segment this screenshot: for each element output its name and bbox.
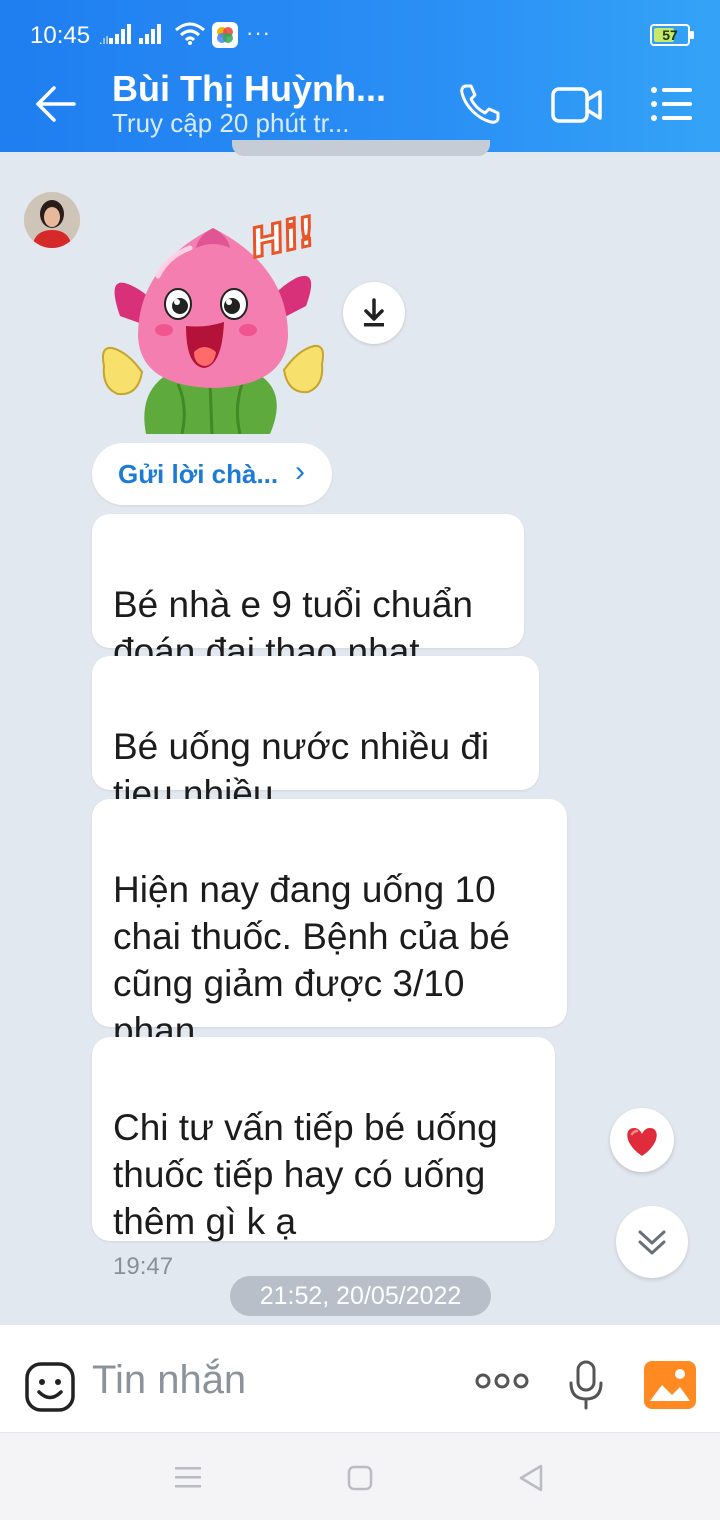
heart-icon — [627, 1128, 657, 1156]
system-navigation-bar — [0, 1432, 720, 1520]
download-button[interactable] — [343, 282, 405, 344]
battery-level: 57 — [662, 27, 678, 43]
double-chevron-down-icon — [638, 1230, 666, 1255]
send-greeting-label: Gửi lời chà... — [118, 459, 279, 489]
message-text: Chi tư vấn tiếp bé uống thuốc tiếp hay c… — [113, 1107, 498, 1242]
date-separator: 21:52, 20/05/2022 — [230, 1276, 491, 1316]
image-gallery-icon[interactable] — [644, 1361, 696, 1409]
message-bubble[interactable]: Bé uống nước nhiều đi tieu nhiều — [92, 656, 539, 814]
top-bar: 10:45 .ıl ··· 57 Bùi Thị Huỳnh... Truy c… — [0, 0, 720, 152]
message-text: Hiện nay đang uống 10 chai thuốc. Bệnh c… — [113, 869, 511, 1051]
video-call-icon[interactable] — [551, 86, 603, 124]
message-bubble[interactable]: Chi tư vấn tiếp bé uống thuốc tiếp hay c… — [92, 1037, 555, 1280]
message-input[interactable]: Tin nhắn — [92, 1358, 246, 1403]
sticker-hi-text: Hi! — [246, 209, 320, 268]
previous-date-chip — [232, 140, 490, 156]
message-bubble[interactable]: Hiện nay đang uống 10 chai thuốc. Bệnh c… — [92, 799, 567, 1051]
message-bubble[interactable]: Bé nhà e 9 tuổi chuẩn đoán đai thao nhạt — [92, 514, 524, 672]
reaction-button[interactable] — [610, 1108, 674, 1172]
status-time: 10:45 — [30, 22, 91, 49]
battery-icon: 57 — [650, 24, 694, 46]
chevron-right-icon: › — [295, 455, 305, 488]
wifi-icon — [175, 22, 205, 45]
chat-header: Bùi Thị Huỳnh... Truy cập 20 phút tr... — [0, 56, 720, 152]
recent-apps-icon[interactable] — [174, 1465, 202, 1489]
scroll-to-bottom-button[interactable] — [616, 1206, 688, 1278]
more-options-icon[interactable] — [474, 1372, 530, 1390]
last-seen-status: Truy cập 20 phút tr... — [112, 108, 350, 138]
avatar[interactable] — [24, 192, 80, 248]
back-triangle-icon[interactable] — [518, 1463, 544, 1493]
download-icon — [364, 298, 384, 327]
hi-sticker[interactable]: Hi! — [98, 196, 328, 434]
signal-icon-2 — [139, 24, 161, 44]
signal-icon: .ıl — [99, 24, 131, 46]
send-greeting-button[interactable]: Gửi lời chà... › — [92, 443, 332, 505]
menu-list-icon[interactable] — [650, 86, 694, 122]
more-notifications-icon: ··· — [246, 20, 271, 45]
home-icon[interactable] — [347, 1465, 373, 1491]
status-bar: 10:45 .ıl ··· 57 — [0, 0, 720, 56]
message-composer: Tin nhắn — [0, 1324, 720, 1432]
emoji-sticker-icon[interactable] — [24, 1361, 76, 1413]
microphone-icon[interactable] — [566, 1359, 606, 1411]
svg-text:.ıl: .ıl — [99, 34, 109, 46]
phone-call-icon[interactable] — [458, 82, 502, 126]
contact-name[interactable]: Bùi Thị Huỳnh... — [112, 68, 386, 110]
photos-app-icon — [212, 22, 238, 48]
back-arrow-icon[interactable] — [34, 84, 78, 124]
